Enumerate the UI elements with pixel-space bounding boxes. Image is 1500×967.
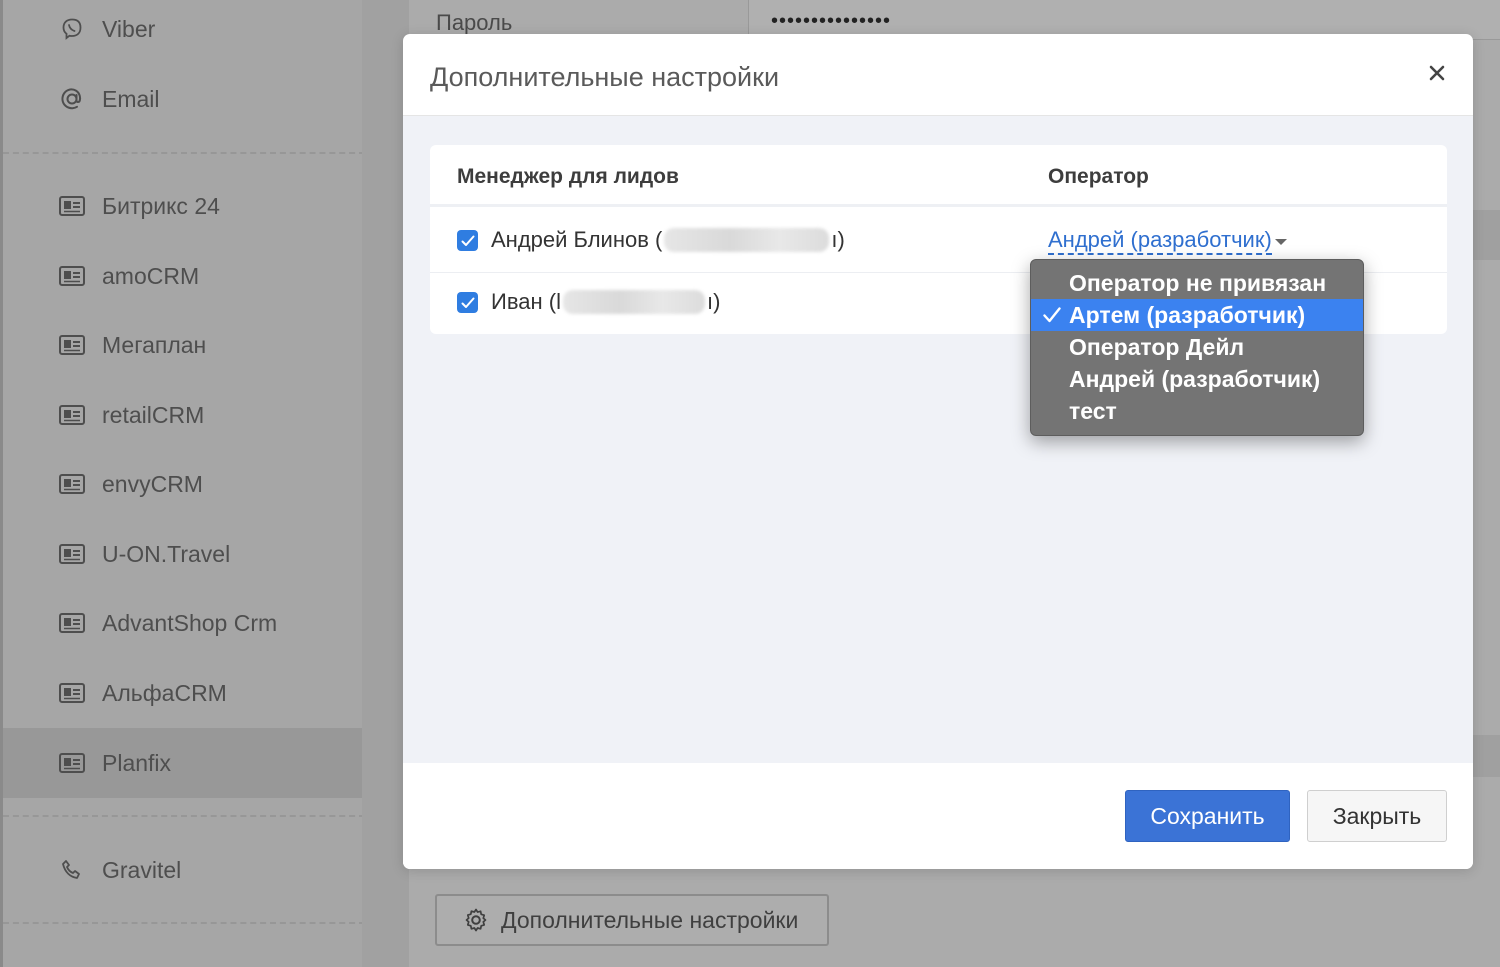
viber-icon [58,17,86,41]
column-header-manager: Менеджер для лидов [457,165,679,188]
redacted-email [664,228,830,252]
checkmark-icon [1041,299,1063,331]
table-header: Менеджер для лидов Оператор [430,145,1447,207]
dropdown-option-label: Андрей (разработчик) [1069,366,1321,392]
settings-modal: Дополнительные настройки Менеджер для ли… [403,34,1473,869]
sidebar-item-envycrm[interactable]: envyCRM [3,449,365,519]
dropdown-option[interactable]: Оператор не привязан [1031,267,1363,299]
card-icon [58,611,86,635]
column-header-operator: Оператор [1048,165,1149,188]
open-settings-button[interactable]: Дополнительные настройки [435,894,829,946]
sidebar-item-bitrix24[interactable]: Битрикс 24 [3,171,365,241]
content-gutter [362,0,409,967]
sidebar-item-label: Битрикс 24 [102,192,220,219]
redacted-email [562,290,705,314]
gear-icon [463,907,489,933]
password-label: Пароль [436,10,513,35]
sidebar-item-gravitel[interactable]: Gravitel [3,835,365,905]
modal-body: Менеджер для лидов Оператор Андрей Блино… [403,116,1473,763]
card-icon [58,403,86,427]
dropdown-option[interactable]: тест [1031,395,1363,427]
card-icon [58,264,86,288]
card-icon [58,472,86,496]
dropdown-option-label: тест [1069,398,1117,424]
close-icon[interactable] [1425,61,1449,85]
manager-name: Иван (l ı) [491,289,720,315]
background-row-stub [1473,210,1500,260]
sidebar-divider [3,922,365,924]
at-icon [58,87,86,111]
manager-name-suffix: ı) [706,289,721,314]
operator-dropdown: Оператор не привязан Артем (разработчик)… [1030,259,1364,436]
sidebar-item-label: Email [102,85,160,112]
dropdown-option-label: Оператор Дейл [1069,334,1245,360]
sidebar-item-amocrm[interactable]: amoCRM [3,241,365,311]
sidebar-item-alfacrm[interactable]: АльфаCRM [3,658,365,728]
sidebar-item-label: Мегаплан [102,331,207,358]
sidebar-item-label: AdvantShop Crm [102,609,278,636]
sidebar: Viber Email Битрикс 24 amoCRM Мегаплан r… [0,0,365,967]
check-icon [461,235,474,246]
sidebar-item-planfix[interactable]: Planfix [3,728,365,798]
sidebar-item-advantshop[interactable]: AdvantShop Crm [3,588,365,658]
manager-checkbox[interactable] [457,230,478,251]
sidebar-item-retailcrm[interactable]: retailCRM [3,380,365,450]
manager-name-prefix: Андрей Блинов ( [491,227,663,252]
sidebar-item-label: Gravitel [102,856,182,883]
save-button[interactable]: Сохранить [1125,790,1290,842]
sidebar-divider [3,815,365,817]
phone-icon [58,858,86,882]
chevron-down-icon[interactable] [1275,239,1287,245]
sidebar-item-megaplan[interactable]: Мегаплан [3,310,365,380]
sidebar-item-label: АльфаCRM [102,679,227,706]
sidebar-item-uon-travel[interactable]: U-ON.Travel [3,519,365,589]
sidebar-item-label: amoCRM [102,262,200,289]
dropdown-option-selected[interactable]: Артем (разработчик) [1031,299,1363,331]
dropdown-option-label: Артем (разработчик) [1069,302,1306,328]
sidebar-divider [3,152,365,154]
modal-footer: Сохранить Закрыть [403,763,1473,869]
background-row-stub [1473,735,1500,777]
card-icon [58,542,86,566]
check-icon [461,297,474,308]
manager-name-suffix: ı) [831,227,845,252]
card-icon [58,681,86,705]
modal-header: Дополнительные настройки [403,34,1473,116]
dropdown-option[interactable]: Оператор Дейл [1031,331,1363,363]
dropdown-option-label: Оператор не привязан [1069,270,1327,296]
manager-checkbox[interactable] [457,292,478,313]
sidebar-item-label: Planfix [102,749,172,776]
close-button[interactable]: Закрыть [1307,790,1447,842]
open-settings-label: Дополнительные настройки [501,906,799,933]
sidebar-item-viber[interactable]: Viber [3,0,365,64]
sidebar-item-email[interactable]: Email [3,64,365,134]
card-icon [58,333,86,357]
manager-name: Андрей Блинов ( ı) [491,227,845,253]
card-icon [58,751,86,775]
dropdown-option[interactable]: Андрей (разработчик) [1031,363,1363,395]
sidebar-item-label: U-ON.Travel [102,540,231,567]
sidebar-item-label: Viber [102,15,156,42]
manager-name-prefix: Иван (l [491,289,561,314]
card-icon [58,194,86,218]
operator-select[interactable]: Андрей (разработчик) [1048,228,1272,255]
sidebar-item-label: retailCRM [102,401,205,428]
modal-title: Дополнительные настройки [430,62,780,92]
sidebar-item-label: envyCRM [102,470,203,497]
